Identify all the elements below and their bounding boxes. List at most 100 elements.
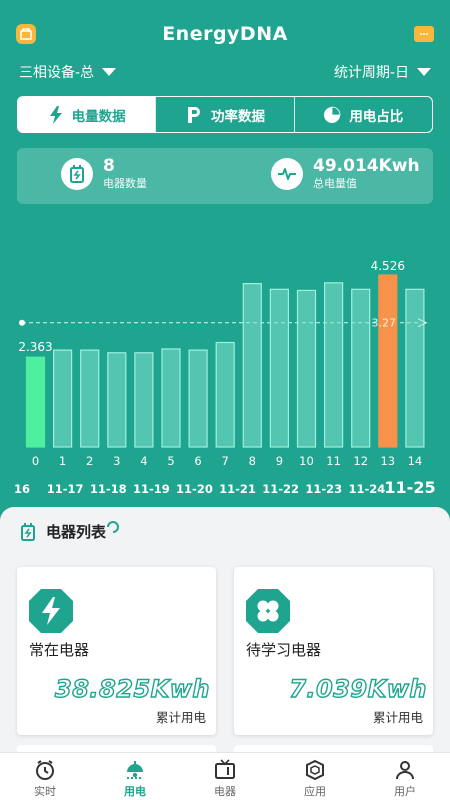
card-value: 7.039Kwh: [289, 674, 428, 703]
app-header: EnergyDNA: [0, 0, 450, 60]
appliance-list-header: 电器列表: [20, 520, 120, 542]
chart-bar: [80, 349, 100, 448]
stats-panel: 8 电器数量 49.014Kwh 总电量值: [17, 148, 433, 204]
x-tick-label: 11: [326, 454, 341, 468]
x-tick-label: 5: [167, 454, 174, 468]
data-type-tabs: 电量数据 功率数据 用电占比: [17, 96, 433, 133]
clover-octagon-icon: [246, 589, 290, 633]
max-value-label: 4.526: [371, 259, 405, 273]
x-tick-label: 2: [86, 454, 93, 468]
plug-icon: [21, 522, 35, 541]
card-name: 常在电器: [29, 641, 90, 659]
x-tick-label: 9: [276, 454, 283, 468]
chart-bar: [134, 352, 154, 448]
chevron-down-icon: [417, 68, 431, 76]
chart-bar: [188, 349, 208, 448]
tv-icon: [215, 759, 235, 779]
date-label: 11-24: [348, 482, 385, 496]
x-tick-label: 14: [408, 454, 423, 468]
tab-label: 功率数据: [210, 108, 265, 125]
tab-power-data[interactable]: 功率数据: [155, 97, 293, 132]
date-label: 11-21: [219, 482, 256, 496]
tab-label: 用电占比: [349, 108, 404, 125]
date-label: 11-17: [47, 482, 84, 496]
x-tick-label: 6: [194, 454, 201, 468]
chart-bar: [242, 282, 262, 448]
date-label: 11-19: [133, 482, 170, 496]
to-learn-appliance-card[interactable]: 待学习电器 7.039Kwh 累计用电: [234, 567, 433, 735]
date-label: 11-18: [90, 482, 127, 496]
min-value-label: 2.363: [18, 340, 52, 354]
tab-label: 应用: [304, 785, 326, 798]
x-tick-label: 1: [59, 454, 66, 468]
chart-bar: [324, 282, 344, 448]
card-name: 待学习电器: [246, 641, 322, 659]
tab-label: 电器: [214, 785, 236, 798]
chart-bar: [161, 348, 181, 448]
appliance-list-title: 电器列表: [46, 523, 107, 541]
tab-label: 用户: [394, 785, 416, 798]
x-tick-label: 0: [32, 454, 39, 468]
refresh-icon[interactable]: [106, 520, 120, 534]
appliance-card-partial[interactable]: [17, 745, 216, 752]
total-energy-label: 总电量值: [313, 177, 357, 190]
user-icon: [396, 761, 414, 780]
pulse-icon: [271, 157, 303, 190]
tab-apps[interactable]: 应用: [270, 753, 360, 800]
period-selector[interactable]: 统计周期-日: [334, 62, 431, 82]
chart-bar: [405, 288, 425, 448]
total-energy-stat: 49.014Kwh 总电量值: [271, 156, 420, 191]
lamp-icon: [127, 761, 143, 779]
tab-label: 用电: [124, 785, 146, 798]
total-energy-value: 49.014Kwh: [313, 156, 420, 176]
bottom-tab-bar: 实时 用电 电器 应用 用户: [0, 752, 450, 800]
message-icon[interactable]: [414, 26, 434, 42]
always-on-appliance-card[interactable]: 常在电器 38.825Kwh 累计用电: [17, 567, 216, 735]
pie-chart-icon: [324, 106, 341, 123]
x-tick-label: 12: [353, 454, 368, 468]
date-label: 11-20: [176, 482, 213, 496]
chart-bar: [107, 352, 127, 448]
device-count-stat: 8 电器数量: [61, 156, 147, 191]
app-title: EnergyDNA: [162, 23, 288, 45]
plug-icon: [61, 157, 93, 190]
date-label-current: 11-25: [384, 478, 435, 497]
device-selector[interactable]: 三相设备-总: [19, 62, 117, 82]
x-tick-label: 8: [249, 454, 256, 468]
x-tick-label: 13: [380, 454, 395, 468]
x-tick-label: 10: [299, 454, 314, 468]
tab-realtime[interactable]: 实时: [0, 753, 90, 800]
clock-icon: [36, 760, 54, 780]
period-selector-label: 统计周期-日: [333, 65, 409, 81]
cube-icon: [306, 759, 324, 781]
x-tick-label: 7: [222, 454, 229, 468]
tab-user[interactable]: 用户: [360, 753, 450, 800]
date-label: 16: [14, 482, 30, 496]
chart-bar: [378, 274, 398, 448]
device-count-label: 电器数量: [103, 177, 147, 190]
x-tick-label: 3: [113, 454, 120, 468]
tab-energy-data[interactable]: 电量数据: [18, 97, 156, 132]
chart-bar: [296, 289, 317, 448]
device-count-value: 8: [103, 156, 115, 176]
energy-bar-chart: 0 1 2 3 4 5 6 7 8 9 10 11 12 13 142.3634.5263.2716 11-1…: [14, 259, 436, 497]
average-value-label: 3.27: [372, 317, 397, 330]
appliance-card-partial[interactable]: [234, 745, 433, 752]
tab-label: 电量数据: [71, 108, 126, 125]
lightning-icon: [49, 105, 62, 124]
selector-row: 三相设备-总 统计周期-日: [0, 60, 450, 84]
chevron-down-icon: [102, 68, 117, 76]
chart-bar: [52, 349, 73, 448]
device-selector-label: 三相设备-总: [19, 65, 95, 81]
chart-bar: [351, 288, 371, 448]
lightning-octagon-icon: [29, 589, 73, 633]
tab-usage-ratio[interactable]: 用电占比: [293, 97, 432, 132]
card-value: 38.825Kwh: [54, 674, 210, 703]
tab-usage[interactable]: 用电: [90, 753, 180, 800]
card-unit: 累计用电: [372, 710, 423, 725]
tab-appliances[interactable]: 电器: [180, 753, 270, 800]
chart-bar: [215, 341, 235, 448]
chart-bar: [25, 356, 46, 448]
date-label: 11-23: [305, 482, 342, 496]
date-label: 11-22: [262, 482, 299, 496]
